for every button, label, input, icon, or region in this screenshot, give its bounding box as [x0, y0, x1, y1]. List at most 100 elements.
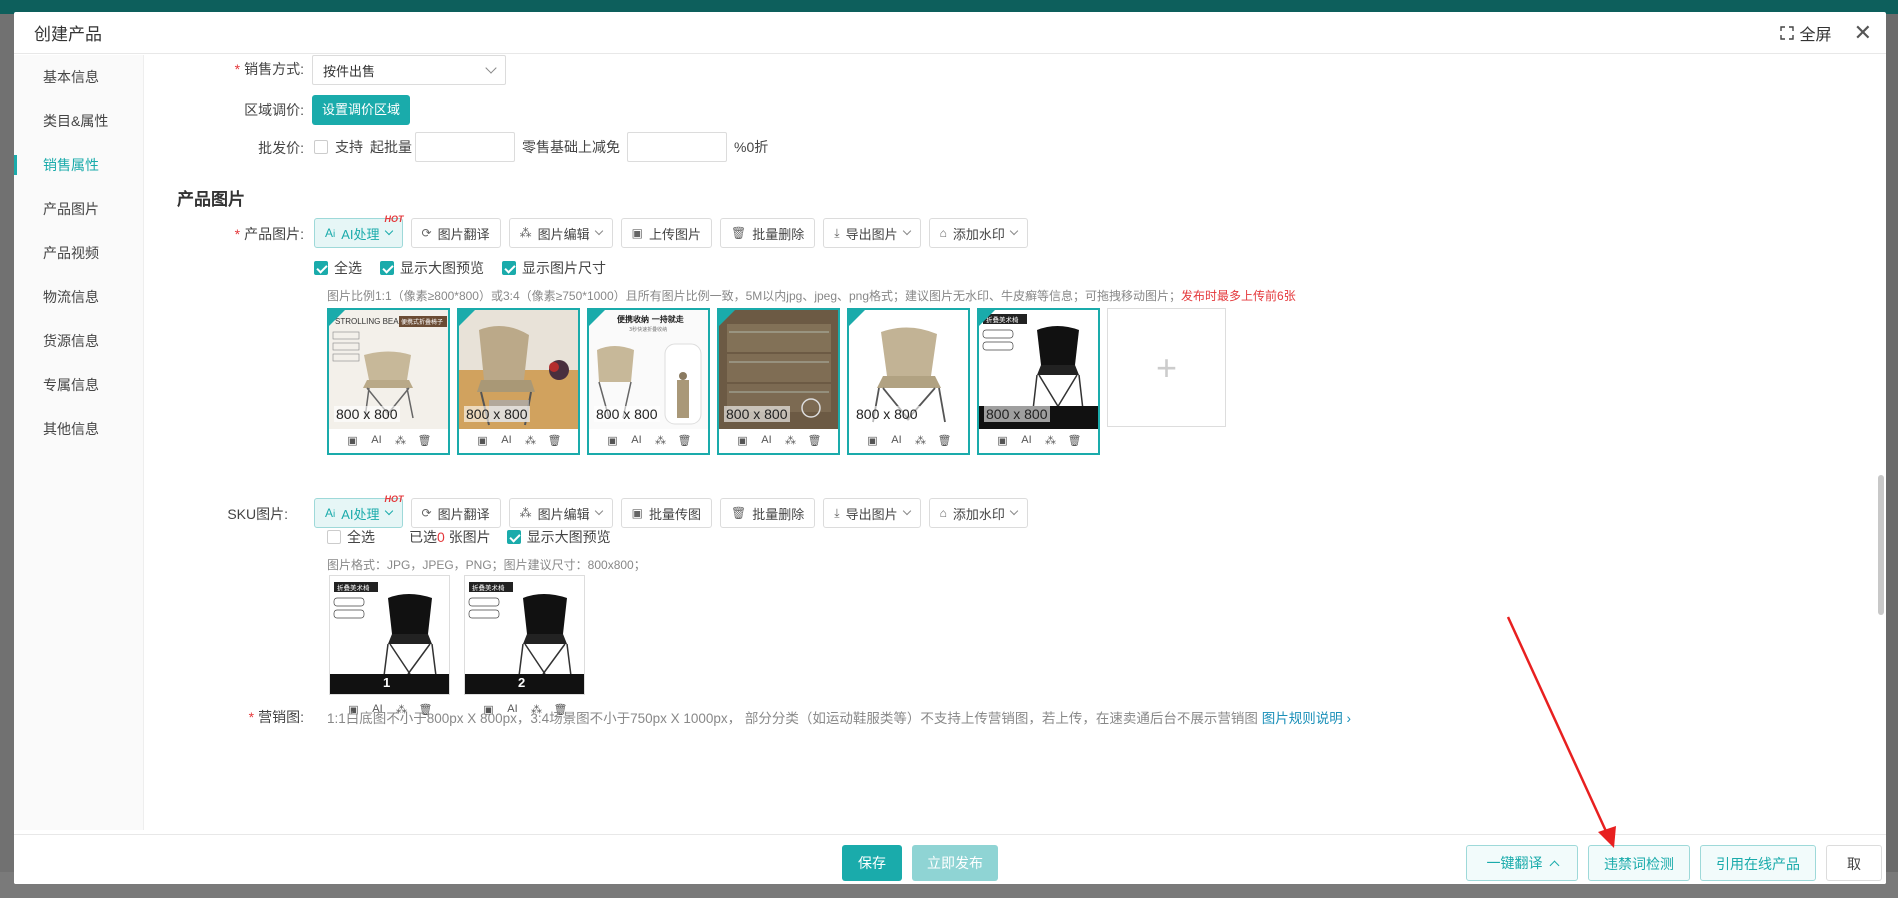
- content-scrollbar[interactable]: [1878, 475, 1884, 615]
- show-preview-checkbox[interactable]: [380, 261, 394, 275]
- add-watermark-button[interactable]: ⌂ 添加水印: [928, 218, 1028, 248]
- product-image-thumb[interactable]: 800 x 800 ▣ AI ⁂ 🗑: [847, 308, 970, 455]
- publish-now-button[interactable]: 立即发布: [912, 845, 998, 881]
- image-icon[interactable]: ▣: [343, 430, 363, 450]
- prohibited-words-check-button[interactable]: 违禁词检测: [1588, 845, 1690, 881]
- sku-export-images-button[interactable]: ⤓ 导出图片: [823, 498, 921, 528]
- cite-online-product-button[interactable]: 引用在线产品: [1700, 845, 1816, 881]
- product-images-label: * 产品图片:: [234, 226, 304, 242]
- trash-icon[interactable]: 🗑: [1065, 430, 1085, 450]
- image-size-label: 800 x 800: [594, 406, 660, 422]
- fullscreen-button[interactable]: 全屏: [1779, 21, 1832, 45]
- select-all-checkbox[interactable]: [314, 261, 328, 275]
- ai-icon[interactable]: AI: [1017, 430, 1037, 450]
- nav-item-product-video[interactable]: 产品视频: [14, 231, 143, 275]
- product-image-thumb[interactable]: 便携收纳 一持就走 3秒快速折叠收纳 800 x 800 ▣ AI ⁂ �: [587, 308, 710, 455]
- nav-item-sales-attributes[interactable]: 销售属性: [14, 143, 143, 187]
- show-preview-label: 显示大图预览: [400, 260, 484, 276]
- sku-index-label: 1: [383, 675, 391, 690]
- upload-image-button[interactable]: ▣ 上传图片: [620, 218, 712, 248]
- magic-wand-icon[interactable]: ⁂: [911, 430, 931, 450]
- ai-icon[interactable]: AI: [367, 430, 387, 450]
- set-region-pricing-button[interactable]: 设置调价区域: [312, 95, 411, 125]
- sku-image-thumb[interactable]: 折叠美术椅 2 ▣ AI ⁂ 🗑: [464, 575, 585, 722]
- marketing-image-hint: 1:1白底图不小于800px X 800px，3:4场景图不小于750px X …: [327, 711, 1351, 726]
- image-icon[interactable]: ▣: [603, 430, 623, 450]
- trash-icon: 🗑: [731, 506, 747, 520]
- trash-icon[interactable]: 🗑: [935, 430, 955, 450]
- magic-wand-icon[interactable]: ⁂: [391, 430, 411, 450]
- nav-item-product-images[interactable]: 产品图片: [14, 187, 143, 231]
- magic-wand-icon: ⁂: [519, 226, 532, 240]
- chevron-down-icon: [1009, 226, 1019, 236]
- sku-select-all-label: 全选: [347, 529, 375, 545]
- chevron-up-icon: [1549, 860, 1559, 870]
- sku-image-grid: 折叠美术椅 1 ▣ AI ⁂ 🗑 折叠美术椅 2 ▣ AI ⁂ 🗑: [329, 575, 585, 722]
- nav-item-source[interactable]: 货源信息: [14, 319, 143, 363]
- sales-method-select[interactable]: 按件出售: [312, 55, 506, 85]
- nav-item-category[interactable]: 类目&属性: [14, 99, 143, 143]
- chevron-down-icon: [384, 506, 393, 516]
- chevron-right-icon: ›: [1346, 711, 1351, 726]
- image-icon: ▣: [631, 506, 643, 520]
- nav-item-exclusive[interactable]: 专属信息: [14, 363, 143, 407]
- ai-icon[interactable]: AI: [887, 430, 907, 450]
- add-image-plus-icon[interactable]: +: [1107, 308, 1226, 427]
- ai-icon[interactable]: AI: [627, 430, 647, 450]
- wholesale-min-input[interactable]: [415, 132, 515, 162]
- ai-icon[interactable]: AI: [757, 430, 777, 450]
- chevron-down-icon: [1009, 506, 1019, 516]
- ai-process-button[interactable]: Ai AI处理 HOT: [314, 214, 404, 248]
- image-translate-button[interactable]: ⟳ 图片翻译: [410, 218, 501, 248]
- sku-add-watermark-button[interactable]: ⌂ 添加水印: [928, 498, 1028, 528]
- sku-select-all-checkbox[interactable]: [327, 530, 341, 544]
- fullscreen-label: 全屏: [1799, 27, 1832, 44]
- trash-icon[interactable]: 🗑: [675, 430, 695, 450]
- batch-delete-button[interactable]: 🗑 批量删除: [720, 218, 816, 248]
- image-edit-button[interactable]: ⁂ 图片编辑: [508, 218, 613, 248]
- image-size-label: 800 x 800: [334, 406, 400, 422]
- magic-wand-icon[interactable]: ⁂: [651, 430, 671, 450]
- one-click-translate-button[interactable]: 一键翻译: [1466, 845, 1578, 881]
- magic-wand-icon[interactable]: ⁂: [781, 430, 801, 450]
- image-icon[interactable]: ▣: [733, 430, 753, 450]
- product-image-thumb[interactable]: 800 x 800 ▣ AI ⁂ 🗑: [717, 308, 840, 455]
- ai-icon[interactable]: AI: [497, 430, 517, 450]
- product-image-thumb[interactable]: STROLLING BEARS 便携式折叠椅子 800 x 800 ▣ AI ⁂…: [327, 308, 450, 455]
- export-images-button[interactable]: ⤓ 导出图片: [823, 218, 921, 248]
- wholesale-discount-text: 零售基础上减免: [522, 139, 620, 155]
- image-icon[interactable]: ▣: [863, 430, 883, 450]
- close-icon[interactable]: ✕: [1854, 22, 1872, 44]
- trash-icon[interactable]: 🗑: [805, 430, 825, 450]
- product-image-thumb[interactable]: 800 x 800 ▣ AI ⁂ 🗑: [457, 308, 580, 455]
- trash-icon[interactable]: 🗑: [415, 430, 435, 450]
- hot-badge: HOT: [384, 494, 404, 504]
- sku-batch-delete-button[interactable]: 🗑 批量删除: [720, 498, 816, 528]
- show-size-checkbox[interactable]: [502, 261, 516, 275]
- sku-ai-process-button[interactable]: Ai AI处理 HOT: [314, 494, 404, 528]
- nav-item-logistics[interactable]: 物流信息: [14, 275, 143, 319]
- nav-item-other[interactable]: 其他信息: [14, 407, 143, 451]
- product-image-thumb[interactable]: 折叠美术椅 800 x 800 ▣ AI ⁂ 🗑: [977, 308, 1100, 455]
- wholesale-discount-input[interactable]: [627, 132, 727, 162]
- image-rules-link[interactable]: 图片规则说明: [1262, 711, 1343, 726]
- image-size-label: 800 x 800: [464, 406, 530, 422]
- sku-image-thumb[interactable]: 折叠美术椅 1 ▣ AI ⁂ 🗑: [329, 575, 450, 722]
- sku-image-edit-button[interactable]: ⁂ 图片编辑: [508, 498, 613, 528]
- sku-show-preview-checkbox[interactable]: [506, 530, 521, 544]
- magic-wand-icon[interactable]: ⁂: [1041, 430, 1061, 450]
- cancel-button[interactable]: 取消: [1826, 845, 1882, 881]
- magic-wand-icon[interactable]: ⁂: [521, 430, 541, 450]
- trash-icon[interactable]: 🗑: [545, 430, 565, 450]
- image-icon[interactable]: ▣: [993, 430, 1013, 450]
- sku-images-toolbar: Ai AI处理 HOT ⟳ 图片翻译 ⁂ 图片编辑 ▣ 批量传图 🗑 批量删除 ⤓ 导出图…: [314, 494, 1028, 528]
- trash-icon: 🗑: [731, 226, 747, 240]
- image-icon[interactable]: ▣: [473, 430, 493, 450]
- sku-batch-upload-button[interactable]: ▣ 批量传图: [620, 498, 712, 528]
- sku-image-translate-button[interactable]: ⟳ 图片翻译: [410, 498, 501, 528]
- image-size-label: 800 x 800: [854, 406, 920, 422]
- save-button[interactable]: 保存: [842, 845, 902, 881]
- nav-item-basic-info[interactable]: 基本信息: [14, 55, 143, 99]
- image-size-label: 800 x 800: [984, 406, 1050, 422]
- wholesale-support-checkbox[interactable]: [314, 140, 328, 154]
